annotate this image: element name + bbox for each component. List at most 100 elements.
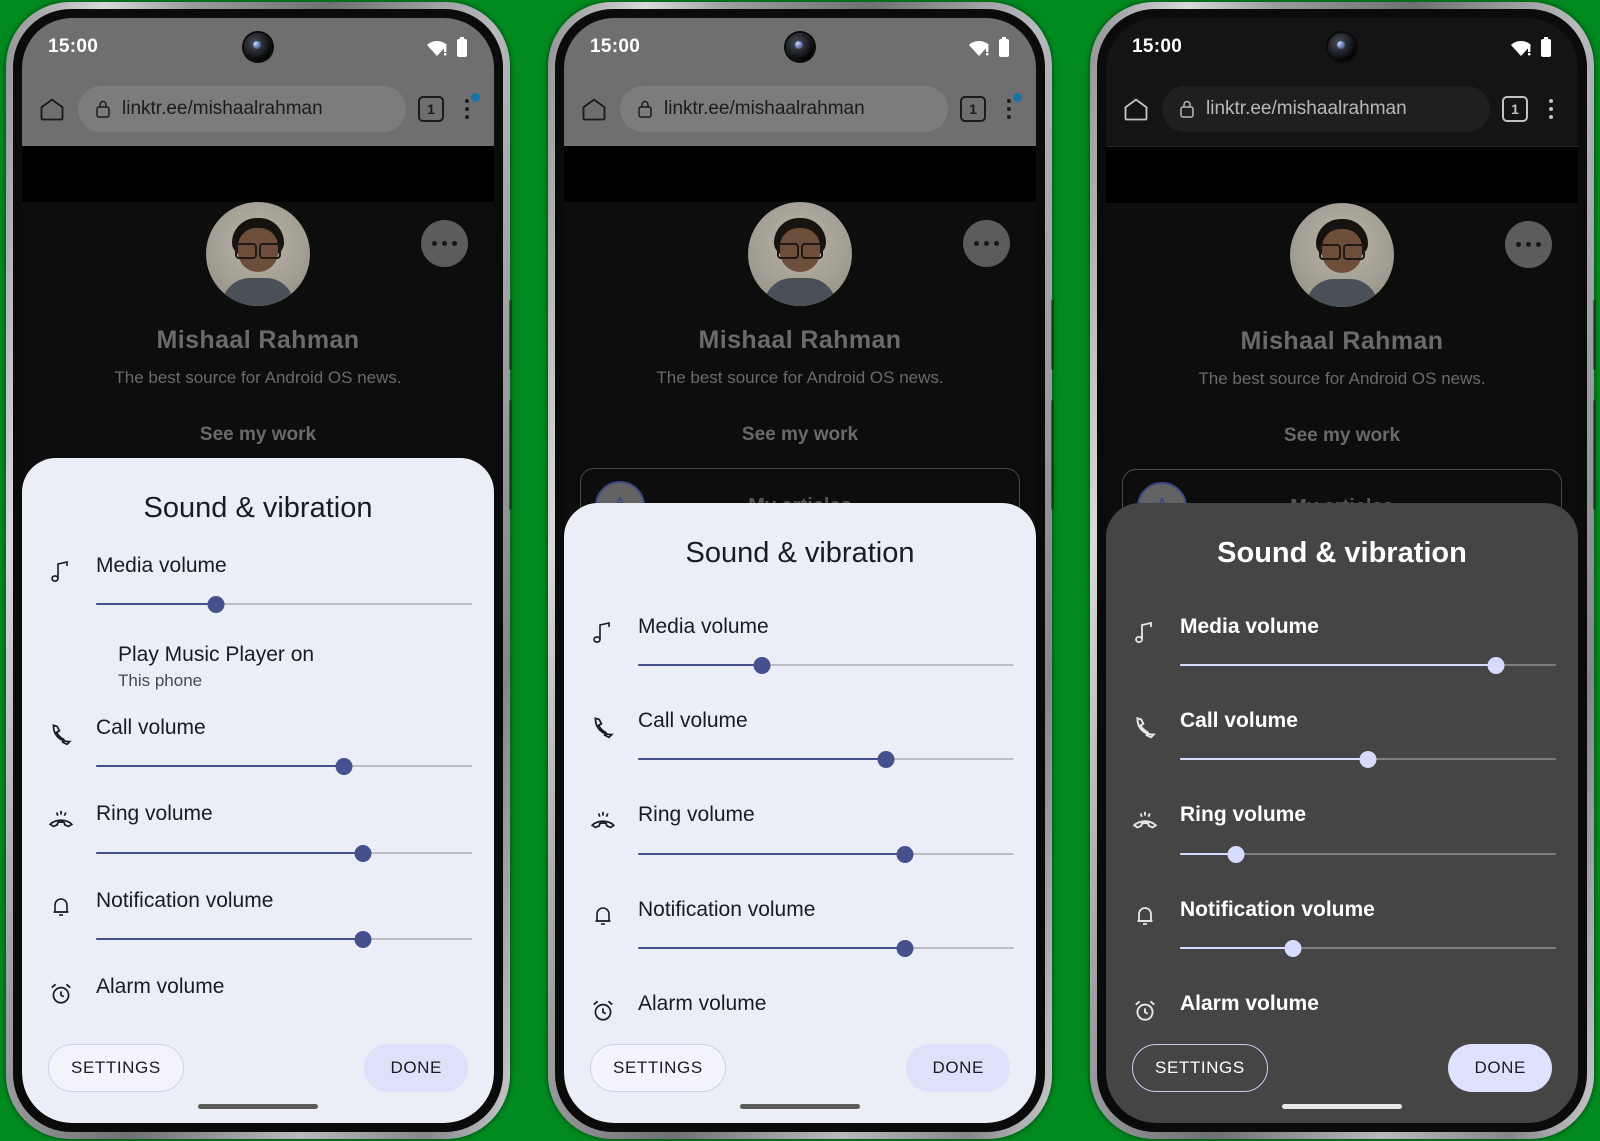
kebab-menu-icon[interactable]: [456, 93, 480, 124]
media-volume-slider[interactable]: [1180, 652, 1556, 678]
volume-row-alarm: Alarm volume: [586, 961, 1014, 1026]
phone-left: 15:00 linktr.ee/mishaalrahman 1 Mishaal …: [0, 0, 516, 1141]
avatar: [1290, 203, 1394, 307]
volume-row-call: Call volume: [1128, 678, 1556, 772]
volume-dialog: Sound & vibration Media volume: [564, 503, 1036, 1123]
call-volume-slider[interactable]: [1180, 746, 1556, 772]
battery-icon: [1540, 37, 1552, 57]
home-icon[interactable]: [580, 95, 608, 123]
settings-button[interactable]: SETTINGS: [590, 1044, 726, 1092]
tab-count-button[interactable]: 1: [418, 96, 444, 122]
volume-row-label: Call volume: [1180, 709, 1298, 733]
output-switcher-subtitle: This phone: [118, 671, 203, 691]
bell-icon: [586, 893, 620, 939]
music-note-icon: [1128, 610, 1162, 656]
volume-row-alarm: Alarm volume: [44, 952, 472, 1016]
ring-volume-slider[interactable]: [1180, 841, 1556, 867]
phone-call-icon: [586, 704, 620, 750]
volume-row-notification: Notification volume: [586, 867, 1014, 961]
battery-icon: [456, 37, 468, 57]
browser-toolbar: linktr.ee/mishaalrahman 1: [22, 76, 494, 146]
settings-button[interactable]: SETTINGS: [48, 1044, 184, 1092]
nav-gesture-pill[interactable]: [198, 1104, 318, 1109]
ring-volume-slider[interactable]: [96, 840, 472, 866]
dialog-title: Sound & vibration: [1217, 537, 1467, 569]
front-camera-punchhole: [1328, 33, 1356, 61]
volume-row-call: Call volume: [44, 693, 472, 779]
volume-button[interactable]: [509, 400, 512, 510]
volume-row-call: Call volume: [586, 678, 1014, 772]
settings-button[interactable]: SETTINGS: [1132, 1044, 1268, 1092]
page-ellipsis-icon[interactable]: [421, 220, 468, 267]
page-ellipsis-icon[interactable]: [963, 220, 1010, 267]
volume-row-ring: Ring volume: [1128, 772, 1556, 866]
battery-icon: [998, 37, 1010, 57]
notification-volume-slider[interactable]: [638, 935, 1014, 961]
wifi-warning-icon: [1511, 38, 1533, 56]
volume-row-ring: Ring volume: [44, 779, 472, 865]
call-volume-slider[interactable]: [638, 746, 1014, 772]
section-heading: See my work: [199, 424, 317, 445]
url-bar[interactable]: linktr.ee/mishaalrahman: [1162, 86, 1490, 132]
volume-button[interactable]: [1593, 400, 1596, 510]
front-camera-punchhole: [786, 33, 814, 61]
profile-bio: The best source for Android OS news.: [1198, 369, 1486, 388]
nav-gesture-pill[interactable]: [1282, 1104, 1402, 1109]
lock-icon: [1178, 99, 1196, 119]
volume-row-label: Ring volume: [1180, 803, 1307, 827]
done-button[interactable]: DONE: [906, 1044, 1010, 1092]
section-heading: See my work: [1283, 425, 1401, 446]
status-time: 15:00: [590, 36, 641, 57]
phone-comparison-stage: 15:00 linktr.ee/mishaalrahman 1 Mishaal …: [0, 0, 1600, 1141]
url-bar[interactable]: linktr.ee/mishaalrahman: [78, 86, 406, 132]
kebab-menu-icon[interactable]: [998, 93, 1022, 124]
volume-row-label: Media volume: [96, 554, 227, 577]
dialog-title: Sound & vibration: [143, 492, 373, 524]
tab-count-button[interactable]: 1: [960, 96, 986, 122]
wifi-warning-icon: [427, 38, 449, 56]
nav-gesture-pill[interactable]: [740, 1104, 860, 1109]
url-text: linktr.ee/mishaalrahman: [1206, 98, 1407, 119]
status-time: 15:00: [1132, 36, 1183, 57]
power-button[interactable]: [1593, 300, 1596, 370]
page-ellipsis-icon[interactable]: [1505, 221, 1552, 268]
url-text: linktr.ee/mishaalrahman: [664, 98, 865, 119]
home-icon[interactable]: [1122, 95, 1150, 123]
call-volume-slider[interactable]: [96, 753, 472, 779]
volume-row-label: Media volume: [638, 615, 769, 638]
menu-update-badge: [1013, 93, 1022, 102]
media-volume-slider[interactable]: [638, 652, 1014, 678]
volume-button[interactable]: [1051, 400, 1054, 510]
kebab-menu-icon[interactable]: [1540, 94, 1562, 124]
phone-screen: 15:00 linktr.ee/mishaalrahman 1 Mishaal …: [22, 18, 494, 1123]
profile-bio: The best source for Android OS news.: [114, 368, 402, 387]
power-button[interactable]: [1051, 300, 1054, 370]
page-title: Mishaal Rahman: [1240, 327, 1444, 355]
dialog-actions: SETTINGS DONE: [22, 1026, 494, 1104]
phone-right: 15:00 linktr.ee/mishaalrahman 1 Mishaal …: [1084, 0, 1600, 1141]
notification-volume-slider[interactable]: [1180, 935, 1556, 961]
lock-icon: [636, 99, 654, 119]
volume-row-label: Alarm volume: [1180, 991, 1319, 1015]
notification-volume-slider[interactable]: [96, 926, 472, 952]
volume-row-label: Alarm volume: [638, 991, 767, 1015]
phone-call-icon: [1128, 704, 1162, 750]
media-output-switcher[interactable]: Play Music Player on This phone: [44, 617, 472, 693]
bell-icon: [1128, 893, 1162, 939]
tab-count-button[interactable]: 1: [1502, 96, 1528, 122]
power-button[interactable]: [509, 300, 512, 370]
alarm-clock-icon: [1128, 987, 1162, 1026]
ring-volume-slider[interactable]: [638, 841, 1014, 867]
dialog-actions: SETTINGS DONE: [1106, 1026, 1578, 1104]
volume-row-alarm: Alarm volume: [1128, 961, 1556, 1026]
volume-row-label: Ring volume: [638, 803, 755, 827]
volume-dialog: Sound & vibration Media volume: [22, 458, 494, 1123]
url-bar[interactable]: linktr.ee/mishaalrahman: [620, 86, 948, 132]
home-icon[interactable]: [38, 95, 66, 123]
phone-center: 15:00 linktr.ee/mishaalrahman 1 Mishaal …: [542, 0, 1058, 1141]
media-volume-slider[interactable]: [96, 591, 472, 617]
done-button[interactable]: DONE: [1448, 1044, 1552, 1092]
music-note-icon: [586, 610, 620, 656]
done-button[interactable]: DONE: [364, 1044, 468, 1092]
alarm-clock-icon: [44, 970, 78, 1016]
